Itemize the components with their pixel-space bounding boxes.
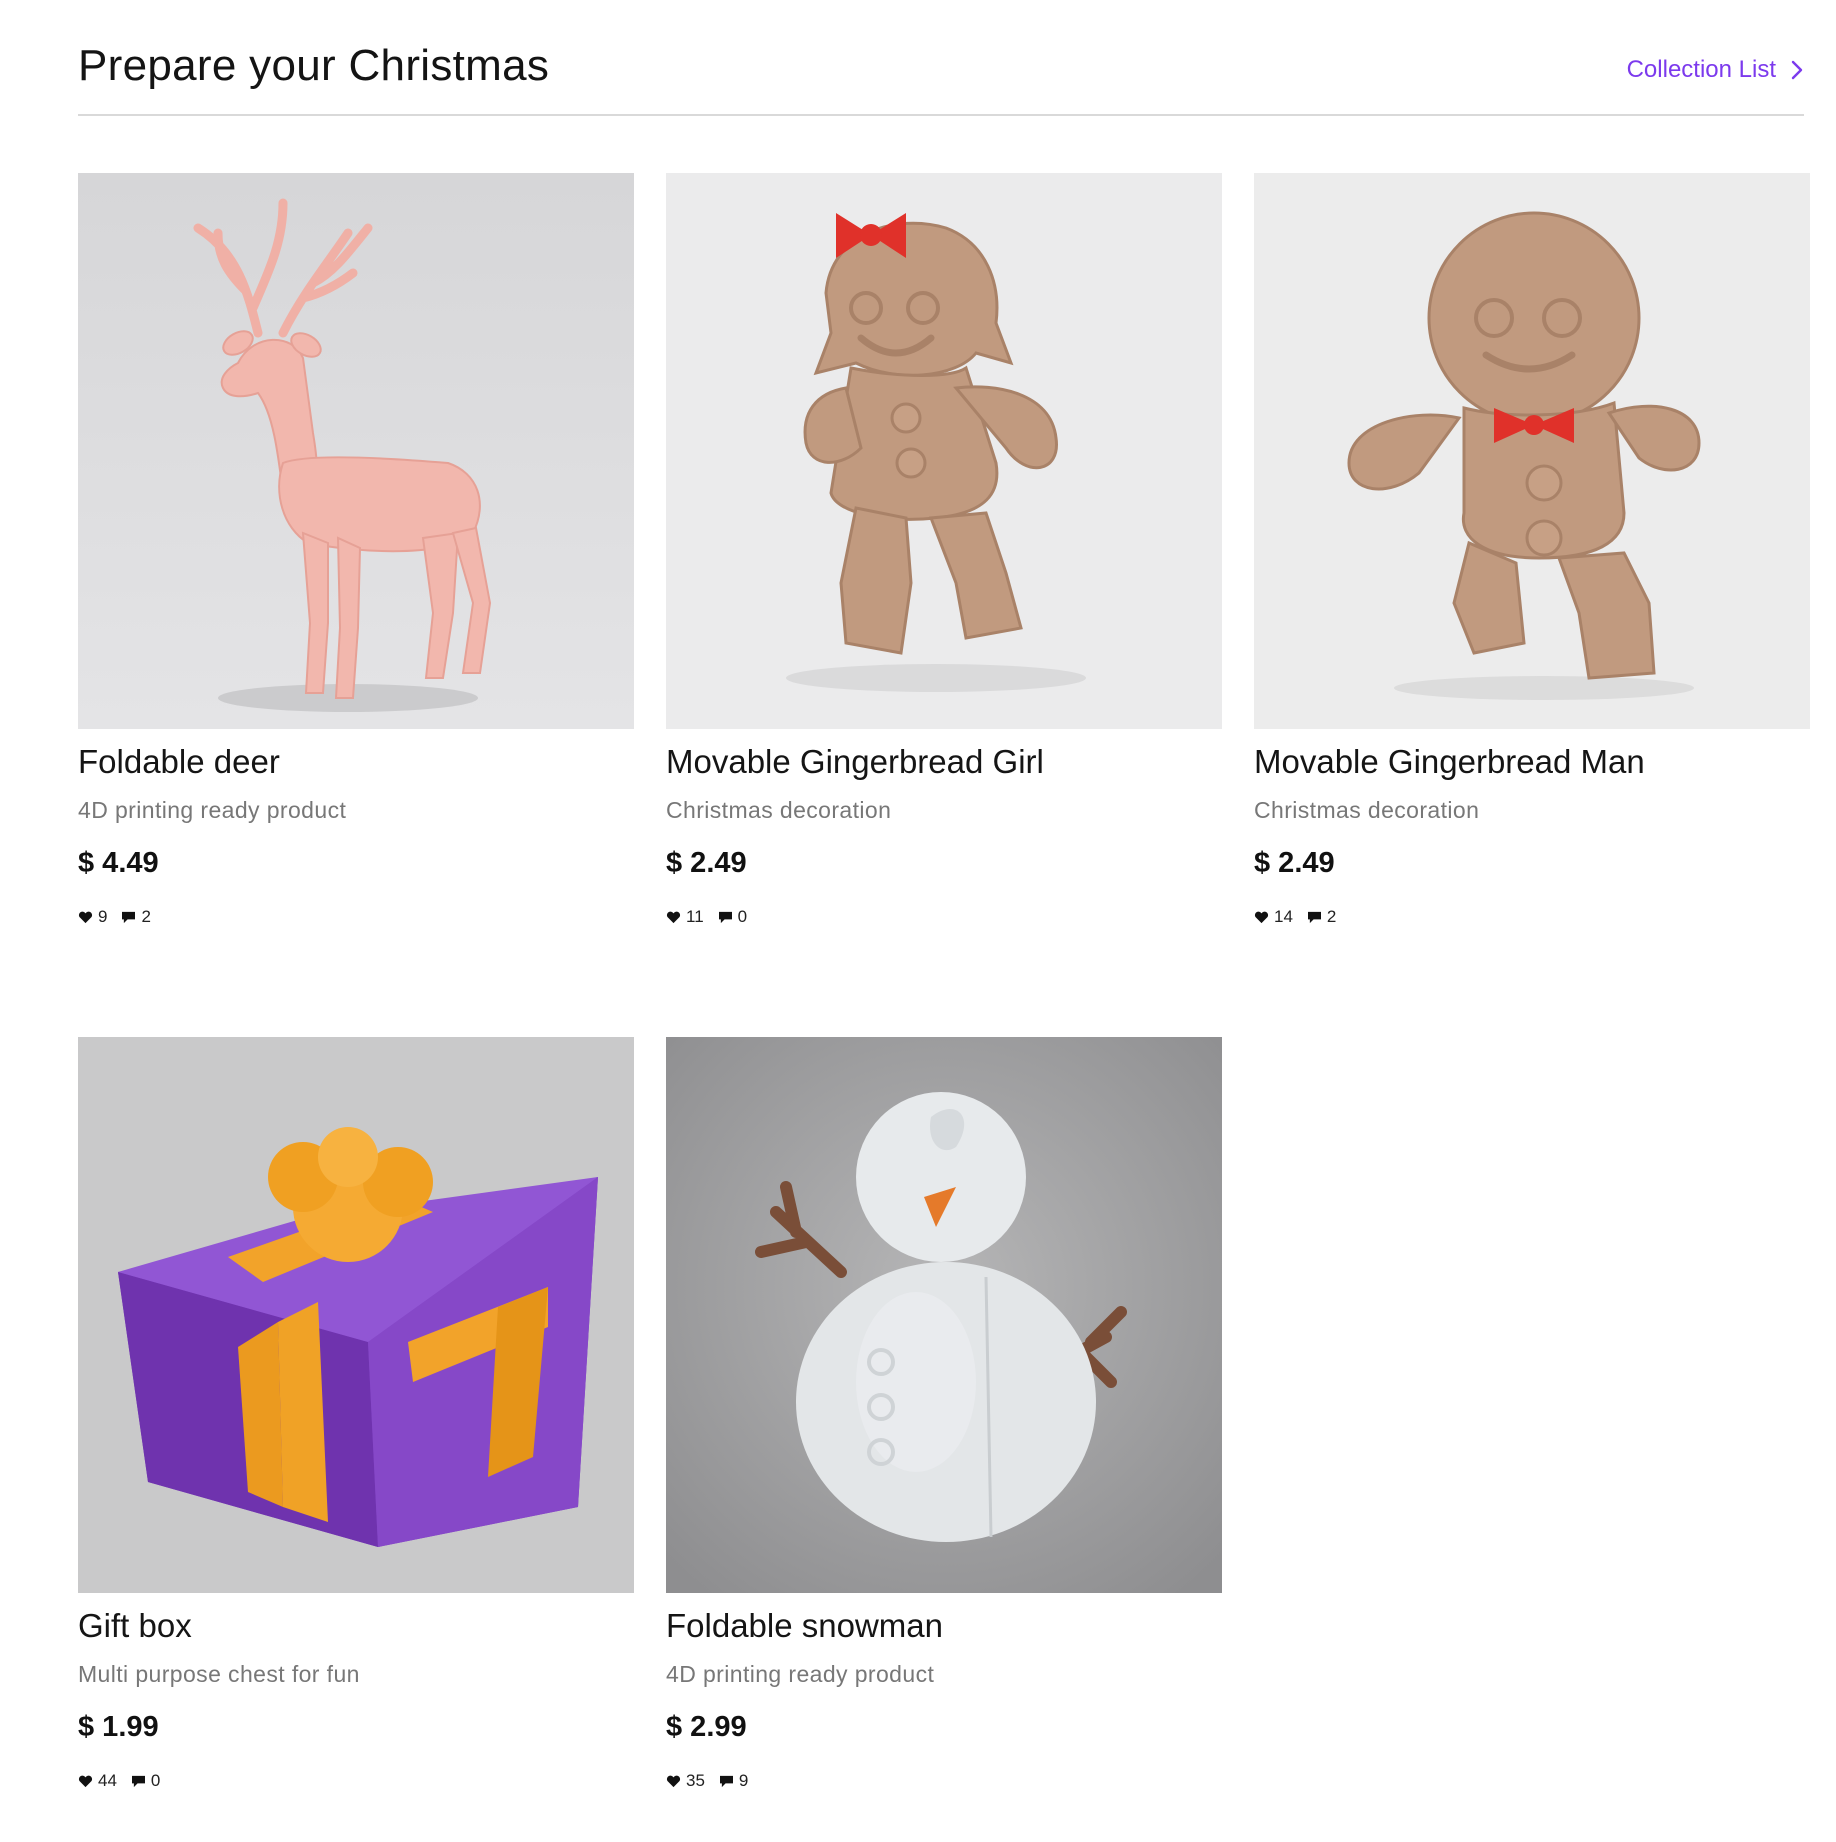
product-price: $ 2.49 [666, 847, 747, 879]
product-name[interactable]: Foldable snowman [666, 1603, 1222, 1649]
product-image-gift-box[interactable] [78, 1037, 634, 1593]
likes-count: 11 [686, 907, 704, 926]
product-description: 4D printing ready product [78, 797, 347, 823]
product-description: 4D printing ready product [666, 1661, 935, 1687]
product-card-gift-box[interactable]: Gift box Multi purpose chest for fun $ 1… [78, 1037, 634, 1793]
likes-stat: 44 [78, 1771, 117, 1791]
product-name[interactable]: Movable Gingerbread Girl [666, 739, 1222, 785]
comments-stat: 2 [121, 907, 151, 927]
product-price: $ 1.99 [78, 1711, 159, 1743]
product-stats: 11 0 [666, 905, 1222, 929]
section-title: Prepare your Christmas [78, 41, 550, 90]
product-price: $ 2.99 [666, 1711, 747, 1743]
product-price: $ 2.49 [1254, 847, 1335, 879]
product-name[interactable]: Movable Gingerbread Man [1254, 739, 1810, 785]
comment-icon [718, 911, 732, 923]
comments-stat: 9 [719, 1771, 748, 1791]
comments-stat: 2 [1307, 907, 1336, 927]
chevron-right-icon [1791, 60, 1803, 80]
likes-count: 14 [1274, 907, 1293, 926]
product-stats: 9 2 [78, 905, 634, 929]
comments-count: 0 [150, 1771, 161, 1790]
product-description: Christmas decoration [1254, 797, 1480, 823]
heart-icon [78, 911, 93, 923]
comment-icon [1307, 911, 1321, 923]
comments-count: 9 [738, 1771, 749, 1790]
collection-list-link[interactable]: Collection List [1627, 56, 1804, 84]
comments-stat: 0 [131, 1771, 160, 1791]
product-description: Multi purpose chest for fun [78, 1661, 360, 1687]
product-card-foldable-deer[interactable]: Foldable deer 4D printing ready product … [78, 173, 634, 929]
product-stats: 14 2 [1254, 905, 1810, 929]
product-price: $ 4.49 [78, 847, 159, 879]
product-card-gingerbread-man[interactable]: Movable Gingerbread Man Christmas decora… [1254, 173, 1810, 929]
heart-icon [666, 1775, 681, 1787]
comments-count: 2 [141, 907, 151, 926]
heart-icon [666, 911, 681, 923]
likes-stat: 9 [78, 907, 107, 927]
heart-icon [78, 1775, 93, 1787]
comments-count: 0 [737, 907, 748, 926]
likes-count: 44 [98, 1771, 117, 1790]
comments-stat: 0 [718, 907, 747, 927]
likes-count: 9 [98, 907, 108, 926]
product-image-snowman[interactable] [666, 1037, 1222, 1593]
product-card-foldable-snowman[interactable]: Foldable snowman 4D printing ready produ… [666, 1037, 1222, 1793]
product-card-gingerbread-girl[interactable]: Movable Gingerbread Girl Christmas decor… [666, 173, 1222, 929]
product-stats: 35 9 [666, 1769, 1222, 1793]
likes-stat: 11 [666, 907, 704, 927]
comment-icon [131, 1775, 145, 1787]
likes-stat: 35 [666, 1771, 705, 1791]
collection-list-label: Collection List [1626, 56, 1776, 83]
likes-stat: 14 [1254, 907, 1293, 927]
product-image-gingerbread-man[interactable] [1254, 173, 1810, 729]
product-name[interactable]: Foldable deer [78, 739, 634, 785]
product-name[interactable]: Gift box [78, 1603, 634, 1649]
section-header: Prepare your Christmas Collection List [78, 38, 1804, 116]
product-stats: 44 0 [78, 1769, 634, 1793]
heart-icon [1254, 911, 1269, 923]
comments-count: 2 [1326, 907, 1337, 926]
comment-icon [719, 1775, 733, 1787]
product-image-gingerbread-girl[interactable] [666, 173, 1222, 729]
product-description: Christmas decoration [666, 797, 892, 823]
comment-icon [122, 911, 136, 923]
likes-count: 35 [686, 1771, 705, 1790]
product-image-deer[interactable] [78, 173, 634, 729]
